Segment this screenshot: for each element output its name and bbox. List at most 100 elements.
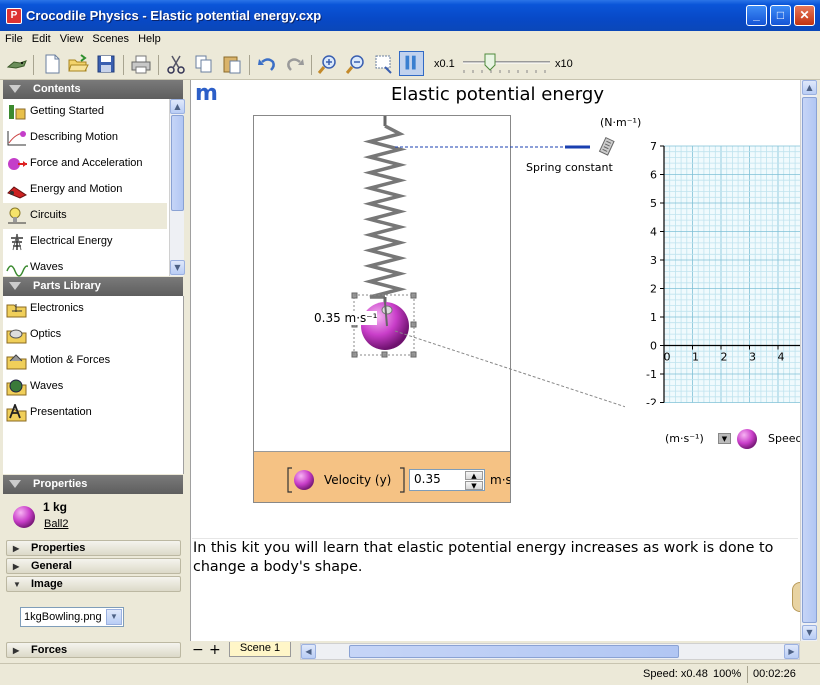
velocity-unit: m·s⁻¹: [490, 473, 510, 487]
chevron-down-icon[interactable]: ▼: [718, 433, 731, 444]
contents-item-energy-motion[interactable]: Energy and Motion: [3, 177, 167, 203]
scroll-down-icon[interactable]: ▼: [170, 260, 185, 275]
scene-tab[interactable]: Scene 1: [229, 642, 291, 657]
main-vertical-scrollbar[interactable]: ▲ ▼: [800, 80, 817, 641]
y-tick-label: 1: [650, 311, 657, 324]
x-tick-label: 4: [778, 351, 785, 364]
pause-button[interactable]: [399, 51, 424, 76]
zoom-fit-icon[interactable]: [373, 53, 395, 75]
next-page-button[interactable]: [792, 582, 800, 612]
spin-up-icon[interactable]: ▲: [465, 471, 483, 480]
status-zoom: 100%: [713, 668, 742, 680]
circuits-icon: [8, 207, 26, 224]
page-title: Elastic potential energy: [391, 84, 604, 105]
getting-started-icon: [9, 105, 26, 120]
crocodile-icon[interactable]: [6, 53, 28, 75]
velocity-readout: 0.35 m·s⁻¹: [314, 311, 378, 325]
contents-item-getting-started[interactable]: Getting Started: [3, 99, 167, 125]
y-tick-label: -1: [646, 368, 657, 381]
parts-item-optics[interactable]: Optics: [3, 322, 167, 348]
new-icon[interactable]: [41, 53, 63, 75]
scroll-down-icon[interactable]: ▼: [802, 625, 817, 640]
contents-item-electrical-energy[interactable]: Electrical Energy: [3, 229, 167, 255]
collapse-icon: ▼: [13, 580, 21, 589]
scroll-right-icon[interactable]: ▶: [784, 644, 799, 659]
paste-icon[interactable]: [221, 53, 243, 75]
properties-header[interactable]: Properties: [3, 475, 183, 494]
menu-file[interactable]: File: [0, 31, 27, 45]
parts-item-waves[interactable]: Waves: [3, 374, 167, 400]
app-icon: P: [6, 8, 22, 24]
y-tick-label: 4: [650, 226, 657, 239]
contents-scrollbar[interactable]: ▲ ▼: [169, 99, 185, 276]
spin-down-icon[interactable]: ▼: [465, 481, 483, 490]
section-properties[interactable]: ▶ Properties: [6, 540, 181, 556]
cut-icon[interactable]: [165, 53, 187, 75]
scene-bar: − + Scene 1 ◀ ▶: [190, 641, 800, 661]
y-tick-label: -2: [646, 397, 657, 406]
menu-edit[interactable]: Edit: [27, 31, 55, 45]
description-text: In this kit you will learn that elastic …: [192, 538, 798, 577]
contents-item-circuits[interactable]: Circuits: [3, 203, 167, 229]
maximize-button[interactable]: □: [770, 5, 791, 26]
slider-thumb[interactable]: [484, 53, 496, 71]
logo: m: [195, 81, 218, 106]
scroll-thumb[interactable]: [171, 115, 184, 211]
zoom-out-icon[interactable]: [345, 53, 367, 75]
section-general[interactable]: ▶ General: [6, 558, 181, 574]
contents-item-force-acceleration[interactable]: Force and Acceleration: [3, 151, 167, 177]
y-tick-label: 7: [650, 140, 657, 153]
contents-item-describing-motion[interactable]: Describing Motion: [3, 125, 167, 151]
minimize-button[interactable]: _: [746, 5, 767, 26]
electronics-folder-icon: [6, 304, 27, 318]
x-tick-label: 3: [749, 351, 756, 364]
speed-slider[interactable]: [460, 51, 552, 77]
parts-item-motion-forces[interactable]: Motion & Forces: [3, 348, 167, 374]
y-tick-label: 0: [650, 340, 657, 353]
print-icon[interactable]: [130, 53, 152, 75]
save-icon[interactable]: [95, 53, 117, 75]
remove-scene-button[interactable]: −: [192, 642, 204, 658]
optics-folder-icon: [6, 329, 27, 344]
undo-icon[interactable]: [256, 53, 278, 75]
x-tick-label: 1: [692, 351, 699, 364]
parts-library-header[interactable]: Parts Library: [3, 277, 183, 296]
contents-header[interactable]: Contents: [3, 80, 183, 99]
chevron-down-icon[interactable]: ▼: [106, 609, 122, 625]
section-forces[interactable]: ▶ Forces: [6, 642, 181, 658]
main-horizontal-scrollbar[interactable]: ◀ ▶: [300, 643, 800, 660]
parts-item-electronics[interactable]: Electronics: [3, 296, 167, 322]
scroll-up-icon[interactable]: ▲: [170, 99, 185, 114]
menu-help[interactable]: Help: [133, 31, 165, 45]
parts-library-list: Electronics Optics Motion & Forces Waves…: [3, 296, 184, 474]
motion-folder-icon: [6, 354, 27, 370]
close-button[interactable]: ✕: [794, 5, 815, 26]
speed-meter-ball-icon[interactable]: [735, 427, 759, 451]
copy-icon[interactable]: [193, 53, 215, 75]
add-scene-button[interactable]: +: [209, 642, 221, 658]
redo-icon[interactable]: [284, 53, 306, 75]
object-name[interactable]: Ball2: [44, 518, 68, 530]
spring-constant-label: Spring constant: [526, 161, 613, 174]
force-icon: [8, 158, 27, 170]
status-bar: Speed: x0.48 100% 00:02:26: [0, 663, 820, 685]
graph[interactable]: 76543210-1-2012345: [636, 140, 800, 405]
object-mass: 1 kg: [43, 500, 68, 514]
scroll-up-icon[interactable]: ▲: [802, 80, 817, 95]
scroll-left-icon[interactable]: ◀: [301, 644, 316, 659]
section-image[interactable]: ▼ Image: [6, 576, 181, 592]
parts-item-presentation[interactable]: Presentation: [3, 400, 167, 426]
y-tick-label: 5: [650, 197, 657, 210]
x-tick-label: 2: [721, 351, 728, 364]
scroll-thumb[interactable]: [802, 97, 817, 623]
image-select[interactable]: 1kgBowling.png ▼: [20, 607, 124, 627]
electrical-icon: [11, 233, 23, 251]
zoom-in-icon[interactable]: [317, 53, 339, 75]
waves-folder-icon: [6, 379, 27, 396]
menu-scenes[interactable]: Scenes: [87, 31, 133, 45]
menu-view[interactable]: View: [55, 31, 88, 45]
scroll-thumb[interactable]: [349, 645, 679, 658]
open-icon[interactable]: [67, 53, 89, 75]
presentation-folder-icon: [6, 404, 27, 422]
spring-constant-probe-icon[interactable]: [596, 136, 618, 158]
